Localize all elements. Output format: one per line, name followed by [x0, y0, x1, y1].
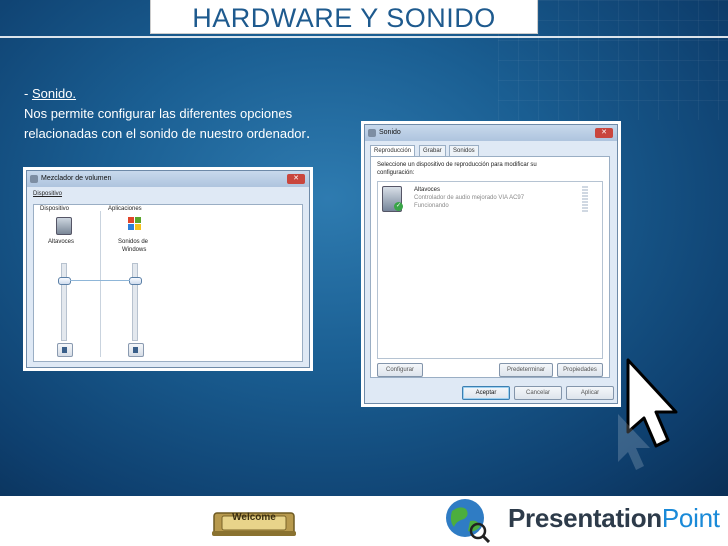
app-volume-thumb[interactable]	[129, 277, 142, 285]
app-volume-slider[interactable]	[132, 263, 138, 341]
mixer-window-icon	[30, 175, 38, 183]
device-mute-button[interactable]	[57, 343, 73, 357]
device-volume-slider[interactable]	[61, 263, 67, 341]
prompt-line-2: configuración:	[377, 170, 415, 176]
footer: Welcome PresentationPoint	[0, 496, 728, 546]
device-list-item[interactable]: ✓ Altavoces Controlador de audio mejorad…	[380, 184, 598, 216]
app-label-line2: Windows	[122, 247, 147, 253]
bullet-prefix: -	[24, 86, 32, 101]
properties-button[interactable]: Propiedades	[557, 363, 603, 377]
body-line-1: Nos permite configurar las diferentes op…	[24, 106, 293, 121]
device-volume-thumb[interactable]	[58, 277, 71, 285]
cancel-button[interactable]: Cancelar	[514, 386, 562, 400]
set-default-button[interactable]: Predeterminar	[499, 363, 553, 377]
sound-dialog-window: Sonido ✕ Reproducción Grabar Sonidos Sel…	[364, 124, 618, 404]
level-meter	[582, 186, 588, 212]
mixer-menu-dispositivo[interactable]: Dispositivo	[33, 190, 62, 198]
title-divider	[0, 36, 728, 38]
sound-close-button[interactable]: ✕	[595, 128, 613, 138]
app-label-line1: Sonidos de	[118, 239, 149, 245]
mixer-titlebar[interactable]: Mezclador de volumen ✕	[27, 171, 309, 187]
brand-logo-text: PresentationPoint	[508, 502, 720, 534]
volume-mixer-window: Mezclador de volumen ✕ Dispositivo Dispo…	[26, 170, 310, 368]
device-label: Altavoces	[48, 239, 75, 245]
welcome-text: Welcome	[232, 512, 276, 523]
prompt-line-1: Seleccione un dispositivo de reproducció…	[377, 162, 537, 168]
windows-logo-icon	[128, 217, 142, 231]
sound-window-icon	[368, 129, 376, 137]
body-text: - Sonido. Nos permite configurar las dif…	[24, 84, 364, 144]
slide-background: HARDWARE Y SONIDO - Sonido. Nos permite …	[0, 0, 728, 496]
device-item-status: Funcionando	[414, 203, 449, 209]
app-mute-button[interactable]	[128, 343, 144, 357]
sound-titlebar[interactable]: Sonido ✕	[365, 125, 617, 141]
mixer-close-button[interactable]: ✕	[287, 174, 305, 184]
sonido-link[interactable]: Sonido.	[32, 86, 76, 101]
slide-title: HARDWARE Y SONIDO	[192, 3, 496, 33]
globe-logo-icon	[446, 499, 490, 543]
device-list: ✓ Altavoces Controlador de audio mejorad…	[377, 181, 603, 359]
level-link-line	[70, 280, 130, 281]
body-line-2: relacionadas con el sonido de nuestro or…	[24, 126, 306, 141]
brand-bold: Presentation	[508, 503, 662, 533]
device-header: Dispositivo	[40, 206, 70, 212]
default-check-icon: ✓	[394, 202, 403, 211]
brand-light: Point	[661, 503, 720, 533]
mixer-panel: Dispositivo Aplicaciones Altavoces Sonid…	[33, 204, 303, 362]
accept-button[interactable]: Aceptar	[462, 386, 510, 400]
mouse-cursor-icon	[618, 358, 678, 470]
sound-title: Sonido	[379, 129, 401, 136]
apps-header: Aplicaciones	[108, 206, 142, 212]
sound-tab-panel: Seleccione un dispositivo de reproducció…	[370, 156, 610, 378]
mixer-title: Mezclador de volumen	[41, 175, 112, 182]
device-item-desc: Controlador de audio mejorado VIA AC97	[414, 195, 525, 201]
device-item-name: Altavoces	[414, 187, 441, 193]
body-line-2-end: .	[305, 125, 311, 142]
configure-button[interactable]: Configurar	[377, 363, 423, 377]
section-divider	[100, 211, 101, 357]
speaker-device-icon	[56, 217, 72, 235]
